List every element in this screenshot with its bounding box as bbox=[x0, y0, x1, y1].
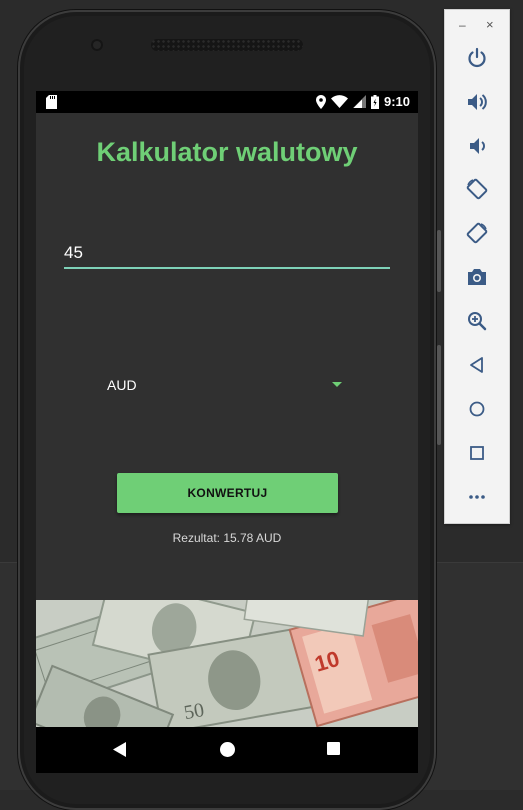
power-icon[interactable] bbox=[465, 46, 489, 70]
back-icon[interactable] bbox=[465, 353, 489, 377]
app-title: Kalkulator walutowy bbox=[96, 137, 358, 167]
status-icons: 9:10 bbox=[315, 94, 410, 109]
banknotes-image: 50 10 bbox=[36, 600, 418, 730]
emulator-toolbar: – × bbox=[444, 9, 510, 524]
signal-icon bbox=[352, 95, 366, 108]
recents-icon[interactable] bbox=[327, 742, 340, 755]
volume-down-icon[interactable] bbox=[465, 134, 489, 158]
overview-icon[interactable] bbox=[465, 441, 489, 465]
home-icon[interactable] bbox=[220, 742, 235, 757]
navigation-bar bbox=[36, 727, 418, 773]
camera-icon[interactable] bbox=[465, 265, 489, 289]
device-screen: 9:10 Kalkulator walutowy AUD KONWERTUJ R… bbox=[36, 91, 418, 773]
toolbar-window-controls: – × bbox=[445, 16, 509, 32]
clock: 9:10 bbox=[383, 94, 410, 109]
front-camera bbox=[91, 39, 103, 51]
volume-up-icon[interactable] bbox=[465, 90, 489, 114]
result-text: Rezultat: 15.78 AUD bbox=[172, 531, 282, 545]
convert-button[interactable]: KONWERTUJ bbox=[117, 473, 338, 513]
side-button-volume bbox=[437, 230, 441, 292]
battery-icon bbox=[370, 94, 379, 109]
status-bar: 9:10 bbox=[36, 91, 418, 113]
dropdown-arrow-icon bbox=[332, 382, 342, 387]
earpiece-speaker bbox=[151, 39, 303, 51]
svg-text:50: 50 bbox=[182, 699, 206, 724]
wifi-icon bbox=[330, 95, 348, 108]
minimize-button[interactable]: – bbox=[459, 18, 466, 32]
rotate-left-icon[interactable] bbox=[465, 177, 489, 201]
currency-spinner[interactable]: AUD bbox=[102, 371, 342, 399]
location-icon bbox=[315, 94, 326, 109]
rotate-right-icon[interactable] bbox=[465, 221, 489, 245]
side-button-power bbox=[437, 345, 441, 445]
close-button[interactable]: × bbox=[486, 17, 494, 32]
zoom-icon[interactable] bbox=[465, 309, 489, 333]
home-icon[interactable] bbox=[465, 397, 489, 421]
currency-selected: AUD bbox=[107, 377, 137, 393]
back-icon[interactable] bbox=[113, 742, 126, 757]
sd-card-icon bbox=[46, 95, 57, 109]
more-icon[interactable] bbox=[465, 485, 489, 509]
amount-input[interactable] bbox=[64, 239, 390, 269]
